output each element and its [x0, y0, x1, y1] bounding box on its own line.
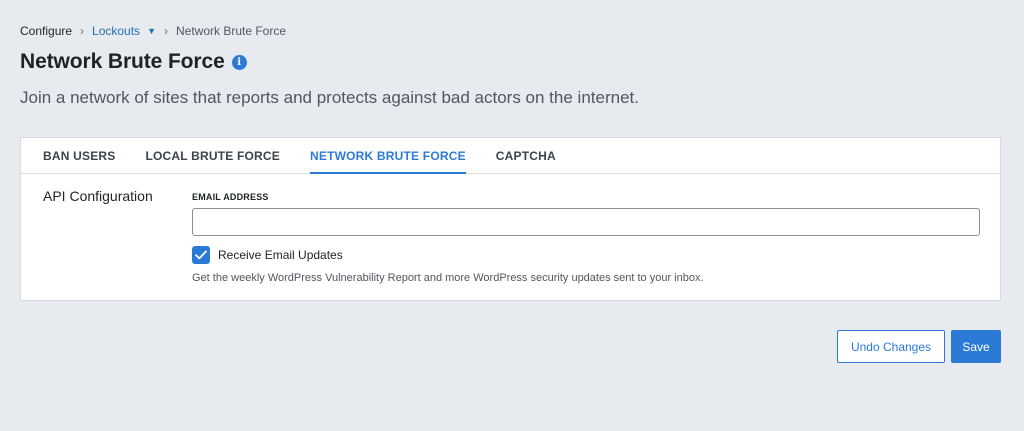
title-row: Network Brute Force i — [20, 49, 247, 75]
email-field[interactable] — [192, 208, 980, 236]
info-icon[interactable]: i — [231, 54, 247, 70]
tab-captcha[interactable]: CAPTCHA — [496, 138, 556, 173]
save-button[interactable]: Save — [951, 330, 1001, 363]
undo-changes-button[interactable]: Undo Changes — [837, 330, 945, 363]
breadcrumb-section: Lockouts — [92, 24, 141, 38]
breadcrumb-root[interactable]: Configure — [20, 24, 72, 38]
tab-local-brute-force[interactable]: LOCAL BRUTE FORCE — [145, 138, 280, 173]
breadcrumb: Configure › Lockouts ▼ › Network Brute F… — [20, 23, 286, 39]
breadcrumb-lockouts-dropdown[interactable]: Lockouts ▼ — [92, 24, 156, 38]
tab-bar: BAN USERS LOCAL BRUTE FORCE NETWORK BRUT… — [21, 138, 1000, 174]
caret-down-icon: ▼ — [147, 26, 156, 36]
settings-card: BAN USERS LOCAL BRUTE FORCE NETWORK BRUT… — [20, 137, 1001, 301]
email-label: EMAIL ADDRESS — [192, 192, 269, 202]
breadcrumb-current: Network Brute Force — [175, 24, 287, 38]
page-title: Network Brute Force — [20, 50, 225, 73]
help-text: Get the weekly WordPress Vulnerability R… — [192, 272, 704, 284]
chevron-right-icon: › — [80, 24, 85, 38]
tab-ban-users[interactable]: BAN USERS — [43, 138, 115, 173]
email-updates-label[interactable]: Receive Email Updates — [218, 248, 343, 262]
check-icon — [195, 250, 207, 260]
chevron-right-icon: › — [163, 24, 168, 38]
tab-network-brute-force[interactable]: NETWORK BRUTE FORCE — [310, 138, 466, 174]
email-updates-row: Receive Email Updates — [192, 246, 343, 264]
page-subtitle: Join a network of sites that reports and… — [20, 88, 639, 107]
section-label: API Configuration — [43, 188, 153, 204]
page: Configure › Lockouts ▼ › Network Brute F… — [0, 0, 1024, 431]
email-updates-checkbox[interactable] — [192, 246, 210, 264]
